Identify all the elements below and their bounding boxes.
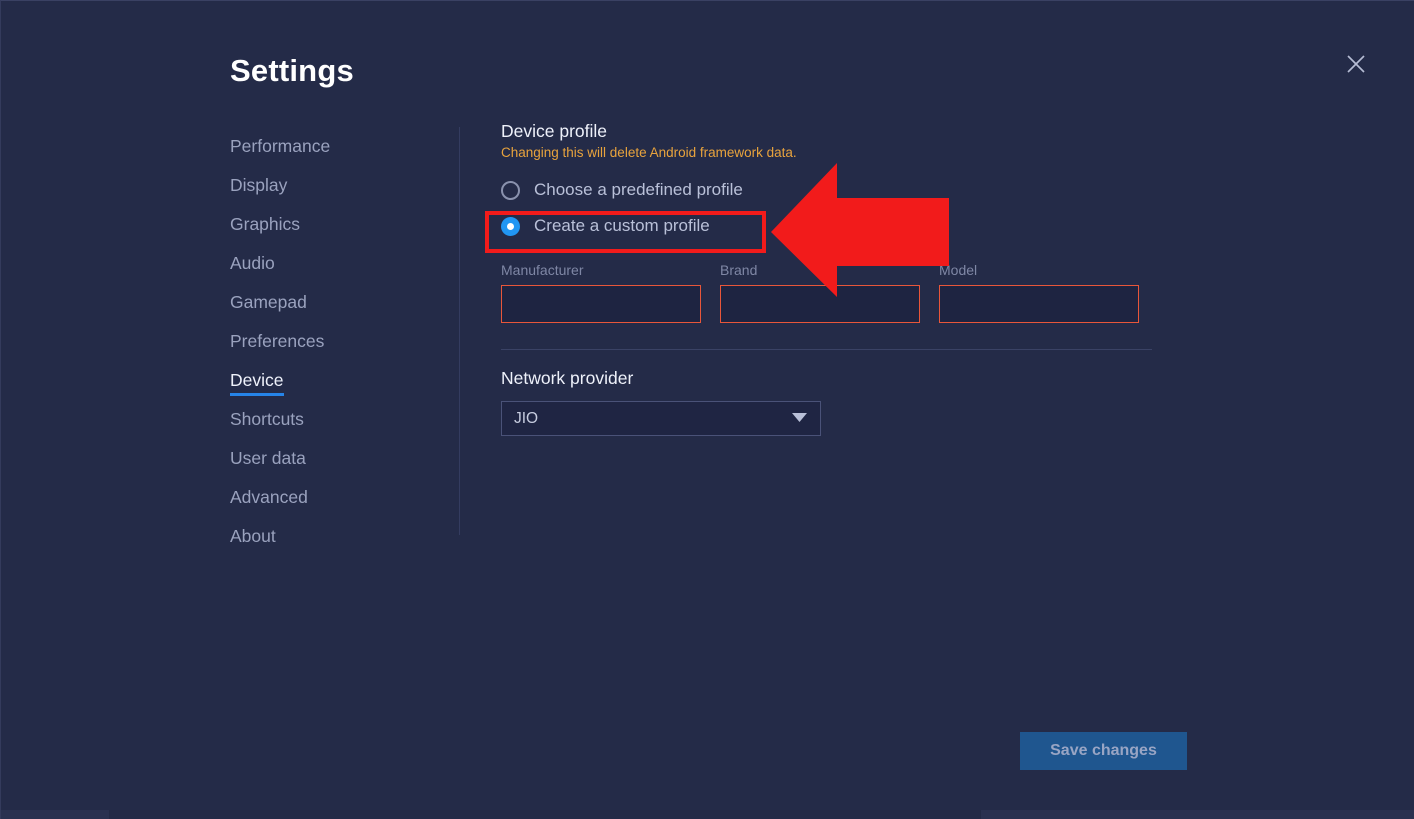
sidebar-item-label: Graphics: [230, 214, 301, 234]
sidebar-item-label: Shortcuts: [230, 409, 304, 429]
bottom-strip-center: [109, 810, 981, 819]
field-label: Model: [939, 262, 978, 278]
manufacturer-input[interactable]: [501, 285, 701, 323]
network-provider-value: JIO: [514, 409, 539, 427]
radio-unchecked-icon: [501, 180, 520, 200]
sidebar-item-user-data[interactable]: User data: [230, 439, 306, 478]
field-label: Brand: [720, 262, 758, 278]
save-changes-button[interactable]: Save changes: [1020, 732, 1187, 770]
network-provider-heading: Network provider: [501, 368, 634, 388]
sidebar-divider: [459, 127, 460, 535]
settings-sidebar: Performance Display Graphics Audio Gamep…: [230, 127, 459, 556]
field-brand: Brand: [720, 262, 920, 323]
radio-checked-icon: [501, 216, 520, 236]
sidebar-item-label: User data: [230, 448, 306, 468]
sidebar-item-gamepad[interactable]: Gamepad: [230, 283, 307, 322]
sidebar-item-label: About: [230, 526, 276, 546]
sidebar-item-label: Advanced: [230, 487, 308, 507]
device-settings-panel: Device profile Changing this will delete…: [485, 121, 1161, 436]
sidebar-item-label: Gamepad: [230, 292, 307, 312]
device-profile-warning: Changing this will delete Android framew…: [501, 145, 797, 160]
radio-create-custom-profile[interactable]: Create a custom profile: [501, 208, 720, 244]
sidebar-item-advanced[interactable]: Advanced: [230, 478, 308, 517]
close-icon: [1345, 53, 1367, 75]
section-divider: [501, 349, 1152, 350]
chevron-down-icon: [792, 410, 807, 428]
sidebar-item-preferences[interactable]: Preferences: [230, 322, 324, 361]
sidebar-item-graphics[interactable]: Graphics: [230, 205, 300, 244]
sidebar-item-about[interactable]: About: [230, 517, 276, 556]
sidebar-item-label: Performance: [230, 136, 331, 156]
window-bottom-strip: [1, 810, 1414, 819]
model-input[interactable]: [939, 285, 1139, 323]
field-label: Manufacturer: [501, 262, 584, 278]
sidebar-item-label: Device: [230, 370, 284, 390]
network-provider-section: Network provider JIO: [501, 368, 1161, 436]
brand-input[interactable]: [720, 285, 920, 323]
sidebar-item-audio[interactable]: Audio: [230, 244, 275, 283]
custom-profile-fields: Manufacturer Brand Model: [501, 262, 1161, 323]
settings-window: Settings Performance Display Graphics Au…: [0, 0, 1414, 819]
sidebar-item-performance[interactable]: Performance: [230, 127, 330, 166]
sidebar-item-label: Display: [230, 175, 288, 195]
sidebar-item-label: Audio: [230, 253, 275, 273]
sidebar-item-shortcuts[interactable]: Shortcuts: [230, 400, 304, 439]
sidebar-item-device[interactable]: Device: [230, 361, 284, 400]
radio-label: Create a custom profile: [534, 216, 710, 235]
radio-choose-predefined-profile[interactable]: Choose a predefined profile: [501, 172, 753, 208]
bottom-strip-right: [981, 810, 1414, 819]
sidebar-item-label: Preferences: [230, 331, 325, 351]
sidebar-item-display[interactable]: Display: [230, 166, 287, 205]
radio-label: Choose a predefined profile: [534, 180, 743, 199]
page-title: Settings: [230, 53, 354, 88]
field-manufacturer: Manufacturer: [501, 262, 701, 323]
field-model: Model: [939, 262, 1139, 323]
network-provider-select[interactable]: JIO: [501, 401, 821, 436]
bottom-strip-left: [1, 810, 109, 819]
device-profile-heading: Device profile: [501, 121, 608, 141]
close-button[interactable]: [1339, 47, 1373, 81]
